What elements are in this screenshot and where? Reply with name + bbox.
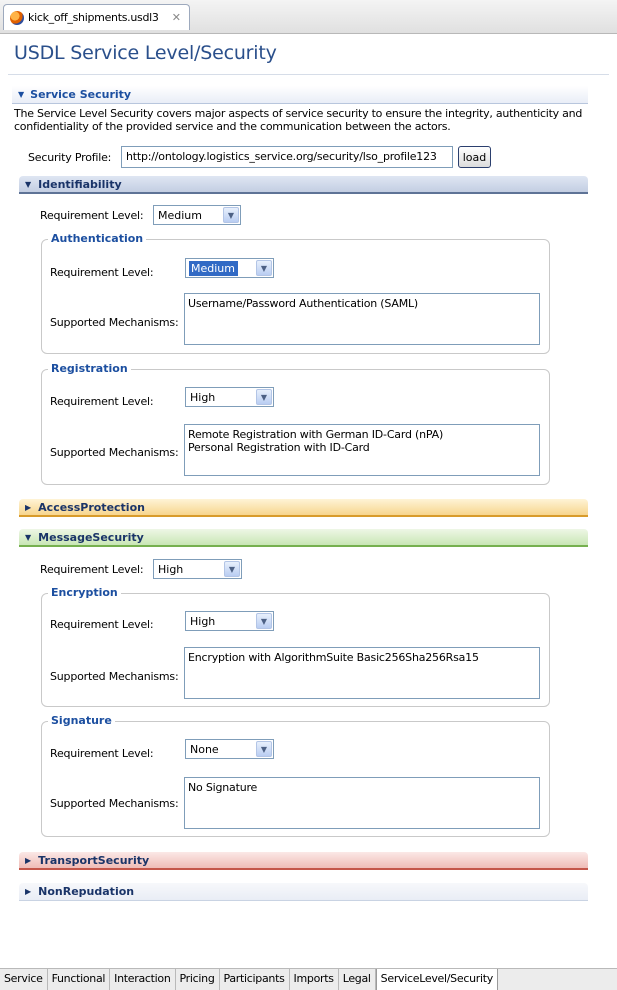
requirement-level-label: Requirement Level: <box>50 395 154 408</box>
encryption-title: Encryption <box>48 586 121 599</box>
access-protection-title: AccessProtection <box>38 500 145 514</box>
editor-tab[interactable]: kick_off_shipments.usdl3 ✕ <box>3 4 190 30</box>
registration-level-select[interactable]: High ▼ <box>185 387 274 407</box>
service-security-description: The Service Level Security covers major … <box>14 107 583 133</box>
authentication-mechanisms-field[interactable]: Username/Password Authentication (SAML) <box>184 293 540 345</box>
expanded-triangle-icon: ▼ <box>25 179 32 189</box>
transport-security-title: TransportSecurity <box>38 853 150 867</box>
supported-mechanisms-label: Supported Mechanisms: <box>50 446 179 459</box>
signature-title: Signature <box>48 714 115 727</box>
tab-interaction[interactable]: Interaction <box>110 969 176 990</box>
access-protection-header[interactable]: ▶ AccessProtection <box>19 499 588 517</box>
editor-tab-label: kick_off_shipments.usdl3 <box>28 11 159 24</box>
authentication-level-value: Medium <box>189 261 238 276</box>
chevron-down-icon: ▼ <box>223 207 239 223</box>
collapsed-triangle-icon: ▶ <box>25 887 32 896</box>
chevron-down-icon: ▼ <box>224 561 240 577</box>
identifiability-level-select[interactable]: Medium ▼ <box>153 205 241 225</box>
requirement-level-label: Requirement Level: <box>40 563 144 576</box>
encryption-level-select[interactable]: High ▼ <box>185 611 274 631</box>
encryption-level-value: High <box>190 615 216 628</box>
load-button[interactable]: load <box>458 146 491 168</box>
collapsed-triangle-icon: ▶ <box>25 855 32 865</box>
supported-mechanisms-label: Supported Mechanisms: <box>50 797 179 810</box>
chevron-down-icon: ▼ <box>256 741 272 757</box>
non-repudation-title: NonRepudation <box>38 885 135 898</box>
security-profile-label: Security Profile: <box>28 151 112 164</box>
tab-pricing[interactable]: Pricing <box>176 969 220 990</box>
identifiability-level-value: Medium <box>158 209 202 222</box>
requirement-level-label: Requirement Level: <box>50 618 154 631</box>
supported-mechanisms-label: Supported Mechanisms: <box>50 316 179 329</box>
tab-participants[interactable]: Participants <box>220 969 290 990</box>
chevron-down-icon: ▼ <box>256 613 272 629</box>
message-security-level-value: High <box>158 563 184 576</box>
supported-mechanisms-label: Supported Mechanisms: <box>50 670 179 683</box>
signature-mechanisms-field[interactable]: No Signature <box>184 777 540 829</box>
tab-imports[interactable]: Imports <box>290 969 339 990</box>
identifiability-title: Identifiability <box>38 177 122 191</box>
page-title: USDL Service Level/Security <box>14 42 277 64</box>
registration-mechanisms-field[interactable]: Remote Registration with German ID-Card … <box>184 424 540 476</box>
requirement-level-label: Requirement Level: <box>50 747 154 760</box>
service-security-title: Service Security <box>30 88 132 101</box>
authentication-level-select[interactable]: Medium ▼ <box>185 258 274 278</box>
requirement-level-label: Requirement Level: <box>40 209 144 222</box>
collapsed-triangle-icon: ▶ <box>25 502 32 512</box>
tab-service-level-security[interactable]: ServiceLevel/Security <box>375 969 498 990</box>
requirement-level-label: Requirement Level: <box>50 266 154 279</box>
security-profile-field[interactable]: http://ontology.logistics_service.org/se… <box>121 146 453 168</box>
non-repudation-header[interactable]: ▶ NonRepudation <box>19 883 588 901</box>
message-security-title: MessageSecurity <box>38 530 144 544</box>
signature-level-value: None <box>190 743 219 756</box>
service-security-header[interactable]: ▼ Service Security <box>12 86 588 104</box>
authentication-title: Authentication <box>48 232 147 245</box>
title-divider <box>8 74 609 75</box>
chevron-down-icon: ▼ <box>256 260 272 276</box>
signature-level-select[interactable]: None ▼ <box>185 739 274 759</box>
tab-functional[interactable]: Functional <box>48 969 111 990</box>
close-icon[interactable]: ✕ <box>172 11 181 24</box>
registration-title: Registration <box>48 362 131 375</box>
message-security-header[interactable]: ▼ MessageSecurity <box>19 529 588 547</box>
registration-mechanism-line: Remote Registration with German ID-Card … <box>188 428 444 441</box>
chevron-down-icon: ▼ <box>256 389 272 405</box>
editor-tab-strip: kick_off_shipments.usdl3 ✕ <box>0 0 617 34</box>
expanded-triangle-icon: ▼ <box>18 90 25 99</box>
tab-legal[interactable]: Legal <box>339 969 376 990</box>
expanded-triangle-icon: ▼ <box>25 532 32 542</box>
usdl-file-icon <box>10 10 24 25</box>
registration-mechanism-line: Personal Registration with ID-Card <box>188 441 370 454</box>
editor-page-tabs: Service Functional Interaction Pricing P… <box>0 968 617 990</box>
message-security-level-select[interactable]: High ▼ <box>153 559 242 579</box>
identifiability-header[interactable]: ▼ Identifiability <box>19 176 588 194</box>
tab-service[interactable]: Service <box>0 969 48 990</box>
transport-security-header[interactable]: ▶ TransportSecurity <box>19 852 588 870</box>
encryption-mechanisms-field[interactable]: Encryption with AlgorithmSuite Basic256S… <box>184 647 540 699</box>
registration-level-value: High <box>190 391 216 404</box>
